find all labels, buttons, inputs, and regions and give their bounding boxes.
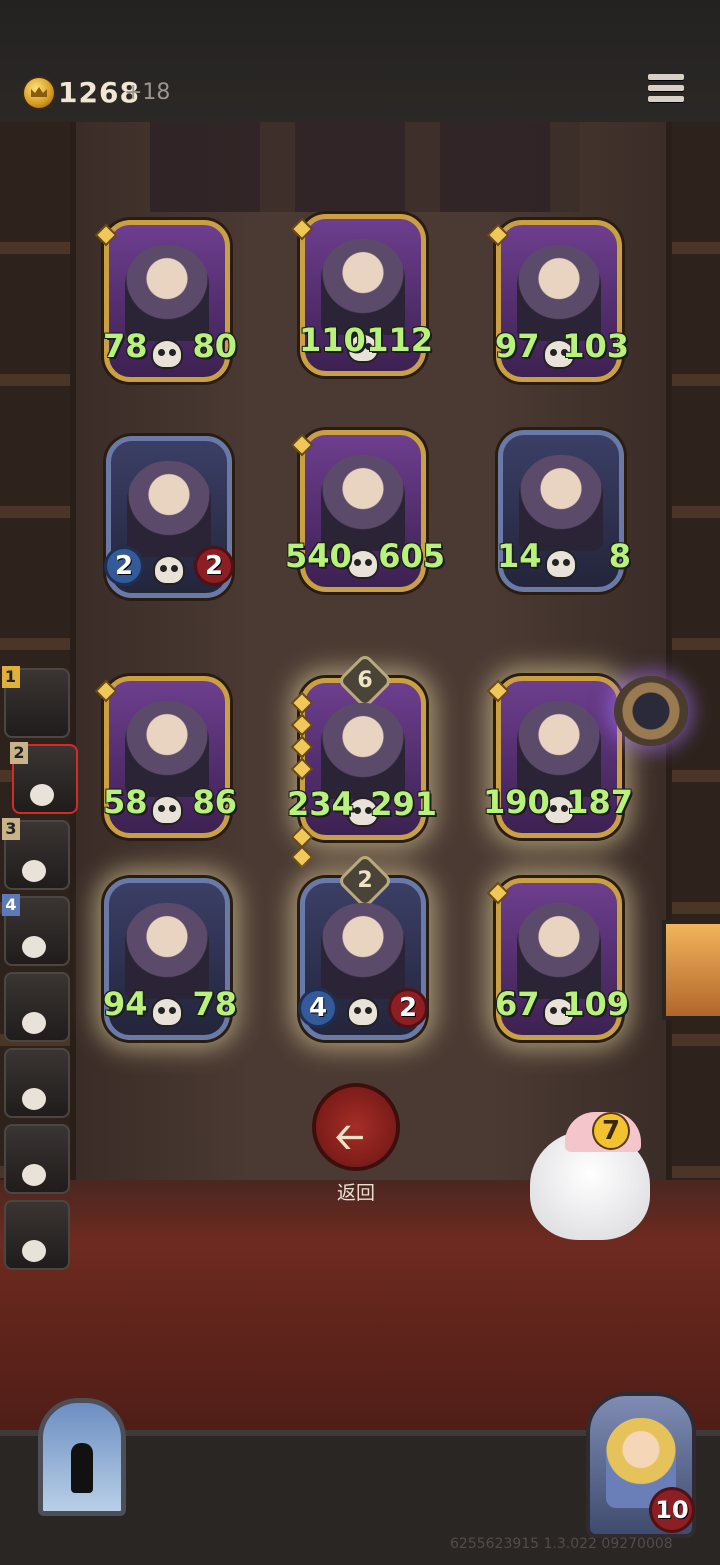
level-value: 6 [357,668,373,693]
attack-value: 234 [287,785,354,823]
opponent-slot[interactable] [4,1124,70,1194]
attack-value: 94 [103,985,148,1023]
minion-card[interactable]: 78 80 [97,220,237,382]
door-arch [150,122,580,212]
crown-icon [31,87,47,97]
attack-value: 58 [103,783,148,821]
minion-card[interactable]: 67 109 [489,878,629,1040]
skull-icon [30,784,54,806]
minion-card[interactable]: 110 112 [293,214,433,376]
minion-card[interactable]: 97 103 [489,220,629,382]
minion-card[interactable]: 2 4 2 [300,852,426,1040]
menu-icon-line [648,85,684,91]
skull-icon [153,797,181,823]
health-value: 112 [366,321,433,359]
level-value: 2 [357,868,373,893]
opponent-slot[interactable] [4,1048,70,1118]
arrow-left-icon: 🡠 [335,1117,365,1158]
minion-card[interactable]: 58 86 [97,676,237,838]
skull-icon [349,551,377,577]
back-button[interactable]: 🡠 [316,1087,396,1167]
minion-card[interactable]: 6 234 291 [287,652,437,866]
menu-icon [648,74,684,80]
opponent-slot[interactable] [4,972,70,1042]
minion-card[interactable]: 2 2 [106,436,232,598]
minion-card[interactable]: 94 78 [103,878,237,1040]
health-value: 2 [197,549,231,583]
skull-icon [22,1164,46,1186]
health-value: 8 [608,537,631,575]
shop-window-button[interactable] [38,1398,126,1516]
opponent-slot[interactable] [4,1200,70,1270]
skull-icon [22,1012,46,1034]
menu-button[interactable] [648,74,684,108]
skull-icon [547,551,575,577]
gold-coin-icon [24,78,54,108]
skull-icon [153,999,181,1025]
skull-icon [22,1240,46,1262]
back-label: 返回 [336,1182,375,1204]
attack-value: 540 [285,537,352,575]
opponent-slot[interactable]: 4 [2,894,70,966]
gold-income: +18 [124,80,171,105]
rabbit-icon [71,1443,93,1493]
attack-value: 67 [495,985,540,1023]
attack-value: 97 [495,327,540,365]
health-value: 187 [566,783,633,821]
skull-icon [22,860,46,882]
skull-icon [349,999,377,1025]
version-text: 6255623915 1.3.022 09270008 [450,1536,673,1552]
lamp-icon [662,920,720,1020]
hero-health: 10 [652,1490,692,1530]
companion-counter: 7 [594,1114,628,1148]
attack-value: 78 [103,327,148,365]
skull-icon [155,557,183,583]
minion-card[interactable]: 14 8 [497,430,631,592]
rank-badge: 1 [2,666,20,688]
health-value: 80 [192,327,237,365]
attack-value: 4 [301,991,335,1025]
shield-knight-portrait [321,903,405,999]
opponent-slot[interactable]: 3 [2,818,70,890]
health-value: 605 [378,537,445,575]
attack-value: 110 [299,321,366,359]
health-value: 78 [192,985,237,1023]
attack-value: 14 [497,537,542,575]
skull-icon [22,936,46,958]
minion-card[interactable]: 190 187 [483,676,633,838]
skull-icon [153,341,181,367]
rank-badge: 2 [10,742,28,764]
opponent-slot[interactable]: 1 [2,666,70,738]
attack-value: 2 [107,549,141,583]
health-value: 103 [562,327,629,365]
health-value: 86 [192,783,237,821]
attack-value: 190 [483,783,550,821]
pocket-watch-icon[interactable] [614,676,688,746]
pinocchio-portrait [127,461,211,557]
minion-card[interactable]: 540 605 [285,430,445,592]
rank-badge: 4 [2,894,20,916]
rank-badge: 3 [2,818,20,840]
menu-icon-line [648,96,684,102]
opponent-slot-active[interactable]: 2 [10,742,78,814]
skull-icon [22,1088,46,1110]
health-value: 291 [370,785,437,823]
health-value: 109 [562,985,629,1023]
health-value: 2 [391,991,425,1025]
